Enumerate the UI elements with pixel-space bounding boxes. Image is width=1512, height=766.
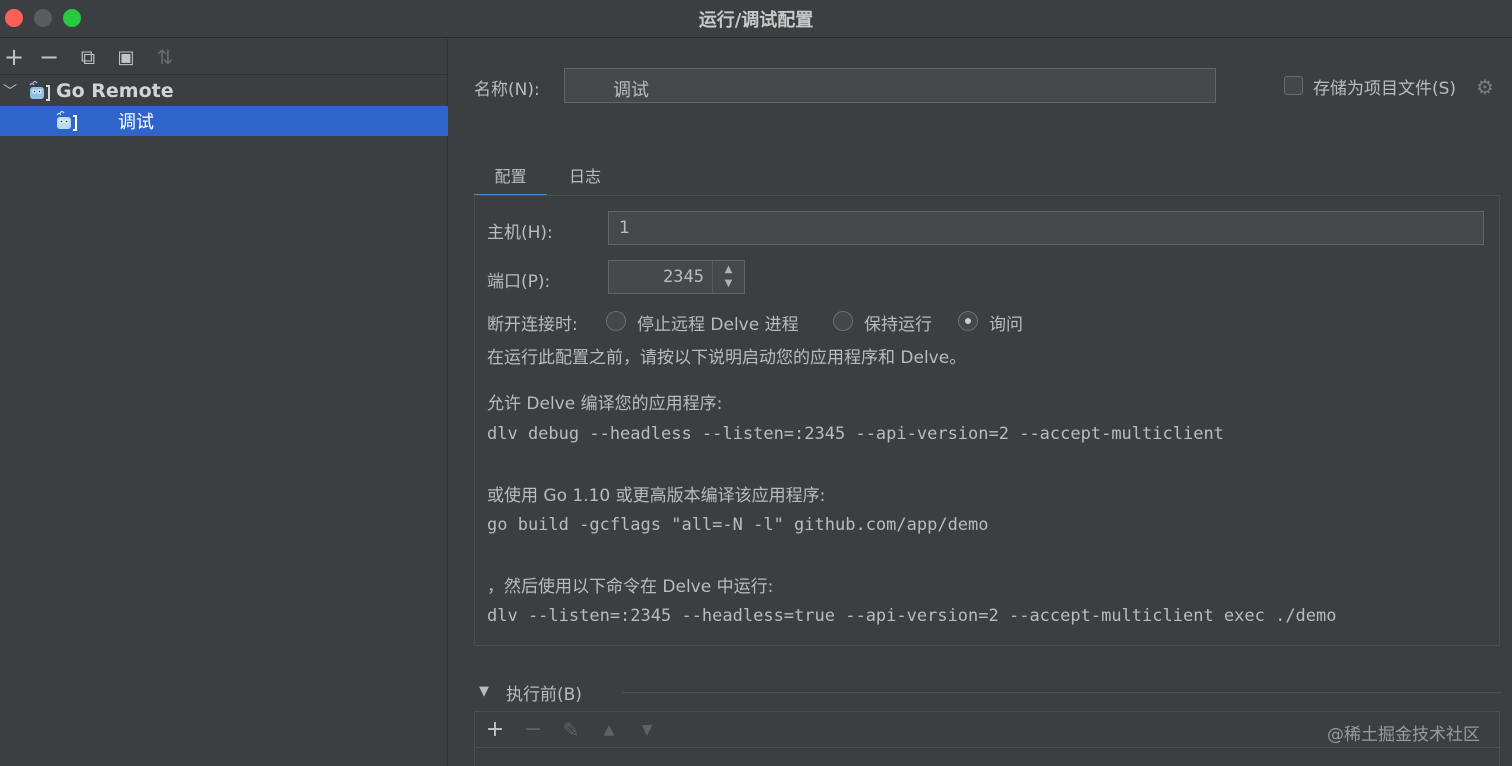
allow-delve-text: 允许 Delve 编译您的应用程序:	[487, 394, 723, 414]
store-as-project-file-label: 存储为项目文件(S)	[1313, 79, 1457, 99]
sort-icon: ⇅	[156, 45, 174, 69]
command-dlv-debug: dlv debug --headless --listen=:2345 --ap…	[487, 424, 1224, 444]
config-editor: 名称(N): 调试 存储为项目文件(S) ⚙ 配置 日志 主机(H): 1 端口…	[449, 39, 1512, 766]
chevron-down-icon[interactable]: ﹀	[3, 81, 19, 101]
watermark-text: @稀土掘金技术社区	[1327, 725, 1480, 745]
tree-group-go-remote[interactable]: ﹀ Go Remote	[0, 76, 448, 106]
radio-stop-remote[interactable]	[606, 311, 626, 331]
before-launch-task-list[interactable]	[474, 747, 1500, 766]
before-launch-down-button[interactable]: ▼	[634, 716, 660, 744]
then-run-text: ，然后使用以下命令在 Delve 中运行:	[487, 577, 774, 597]
add-config-button[interactable]: +	[0, 43, 28, 71]
plus-icon: +	[485, 717, 505, 742]
plus-icon: +	[3, 43, 25, 71]
tab-log[interactable]: 日志	[549, 159, 621, 197]
window-title: 运行/调试配置	[698, 10, 814, 31]
move-down-icon: ▼	[641, 722, 653, 738]
edit-icon: ✎	[562, 718, 580, 742]
section-divider	[622, 692, 1502, 693]
move-up-icon: ▲	[603, 722, 615, 738]
tab-config[interactable]: 配置	[474, 159, 547, 197]
new-folder-button[interactable]: ▣	[112, 43, 140, 71]
tab-config-label: 配置	[494, 167, 527, 186]
before-launch-edit-button[interactable]: ✎	[558, 716, 584, 744]
stepper-down-icon[interactable]: ▼	[713, 277, 744, 291]
folder-add-icon: ▣	[117, 46, 135, 68]
before-launch-section[interactable]: ▼ 执行前(B)	[474, 679, 1502, 709]
sidebar-toolbar: + − ⧉ ▣ ⇅	[0, 39, 448, 75]
tree-item-label: 调试	[118, 112, 154, 133]
name-label: 名称(N):	[474, 80, 540, 100]
radio-ask[interactable]	[958, 311, 978, 331]
gear-icon[interactable]: ⚙	[1476, 75, 1498, 99]
before-launch-label: 执行前(B)	[506, 685, 582, 705]
remove-config-button[interactable]: −	[35, 43, 63, 71]
name-input-value: 调试	[613, 80, 649, 101]
name-input[interactable]: 调试	[564, 68, 1216, 103]
radio-keep-running-label[interactable]: 保持运行	[864, 310, 932, 335]
radio-keep-running[interactable]	[833, 311, 853, 331]
tree-group-label: Go Remote	[56, 80, 174, 102]
copy-config-button[interactable]: ⧉	[74, 43, 102, 71]
tree-item-debug-config[interactable]: 调试	[0, 106, 448, 136]
triangle-down-icon[interactable]: ▼	[479, 684, 489, 699]
before-launch-up-button[interactable]: ▲	[596, 716, 622, 744]
or-use-go-text: 或使用 Go 1.10 或更高版本编译该应用程序:	[487, 486, 826, 506]
radio-ask-label[interactable]: 询问	[989, 310, 1023, 335]
radio-stop-remote-label[interactable]: 停止远程 Delve 进程	[637, 310, 799, 335]
go-remote-icon	[29, 80, 50, 101]
sort-button[interactable]: ⇅	[151, 43, 179, 71]
config-sidebar: + − ⧉ ▣ ⇅ ﹀ Go Remote 调试	[0, 39, 448, 766]
port-stepper-buttons[interactable]: ▲ ▼	[712, 261, 744, 293]
title-bar: 运行/调试配置	[0, 0, 1512, 38]
command-dlv-exec: dlv --listen=:2345 --headless=true --api…	[487, 606, 1337, 626]
minus-icon: −	[38, 43, 60, 71]
go-remote-icon	[56, 110, 77, 131]
minus-icon: −	[523, 717, 543, 742]
stepper-up-icon[interactable]: ▲	[713, 263, 744, 277]
port-label: 端口(P):	[487, 272, 551, 292]
disconnect-label: 断开连接时:	[487, 315, 578, 335]
before-launch-add-button[interactable]: +	[482, 716, 508, 744]
copy-icon: ⧉	[80, 45, 96, 69]
port-spinner[interactable]: 2345 ▲ ▼	[608, 260, 745, 294]
before-launch-remove-button[interactable]: −	[520, 716, 546, 744]
command-go-build: go build -gcflags "all=-N -l" github.com…	[487, 515, 989, 535]
host-input[interactable]: 1	[608, 211, 1484, 245]
host-input-value: 1	[619, 218, 630, 238]
store-as-project-file-checkbox[interactable]	[1284, 76, 1303, 95]
tab-log-label: 日志	[568, 167, 601, 186]
info-text: 在运行此配置之前，请按以下说明启动您的应用程序和 Delve。	[487, 348, 967, 368]
port-value: 2345	[663, 267, 704, 287]
host-label: 主机(H):	[487, 223, 553, 243]
